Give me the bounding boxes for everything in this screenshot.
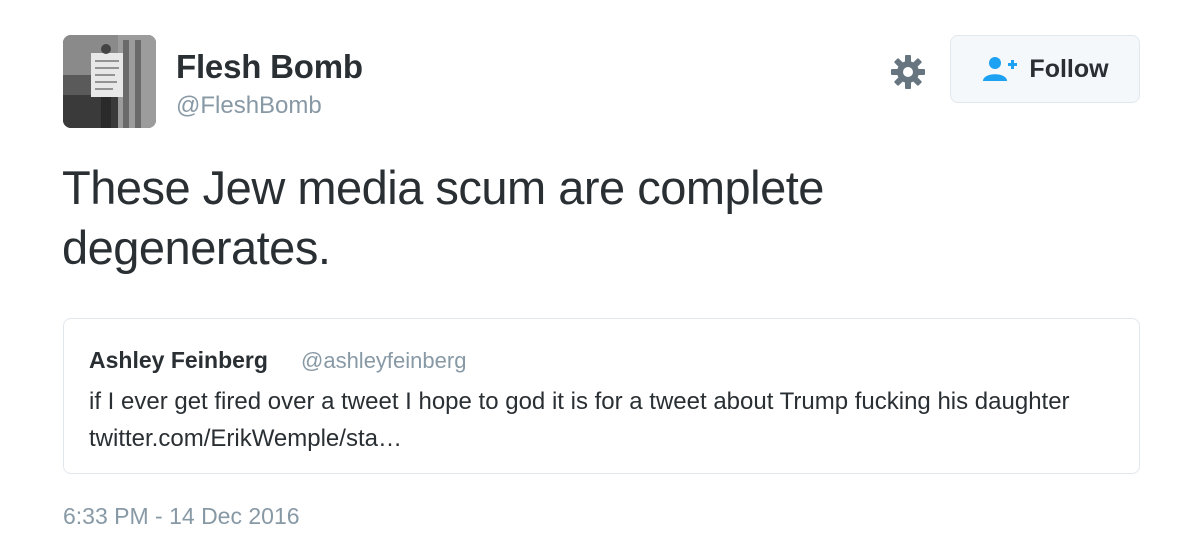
- avatar-image: [63, 35, 156, 128]
- add-user-icon: [983, 57, 1018, 81]
- author-name[interactable]: Flesh Bomb: [176, 48, 363, 86]
- gear-icon[interactable]: [888, 52, 928, 92]
- tweet-timestamp[interactable]: 6:33 PM - 14 Dec 2016: [63, 503, 300, 530]
- author-avatar[interactable]: [63, 35, 156, 128]
- follow-label: Follow: [1029, 54, 1109, 83]
- quoted-author-name: Ashley Feinberg: [89, 347, 268, 373]
- tweet-text: These Jew media scum are complete degene…: [62, 161, 824, 274]
- quoted-author-handle: @ashleyfeinberg: [301, 348, 467, 373]
- follow-button[interactable]: Follow: [950, 35, 1140, 103]
- quoted-tweet[interactable]: Ashley Feinberg @ashleyfeinberg if I eve…: [63, 318, 1140, 474]
- quoted-tweet-text: if I ever get fired over a tweet I hope …: [89, 388, 1070, 452]
- author-handle[interactable]: @FleshBomb: [176, 92, 322, 120]
- tweet-card: Flesh Bomb @FleshBomb Follow These Jew m…: [0, 0, 1200, 552]
